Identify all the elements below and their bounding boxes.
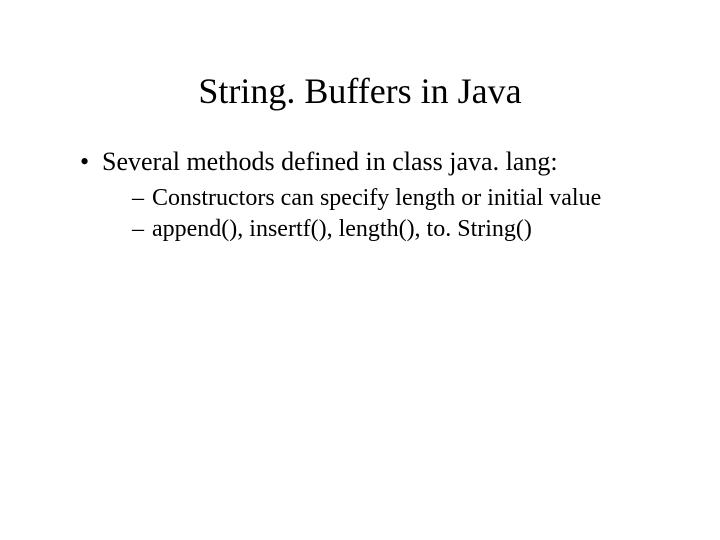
bullet-item: Several methods defined in class java. l… bbox=[80, 147, 670, 243]
bullet-text: Several methods defined in class java. l… bbox=[102, 147, 558, 176]
sub-list: Constructors can specify length or initi… bbox=[102, 185, 670, 243]
sub-item: Constructors can specify length or initi… bbox=[132, 185, 670, 212]
sub-item: append(), insertf(), length(), to. Strin… bbox=[132, 216, 670, 243]
bullet-list: Several methods defined in class java. l… bbox=[50, 147, 670, 243]
slide-title: String. Buffers in Java bbox=[50, 70, 670, 112]
